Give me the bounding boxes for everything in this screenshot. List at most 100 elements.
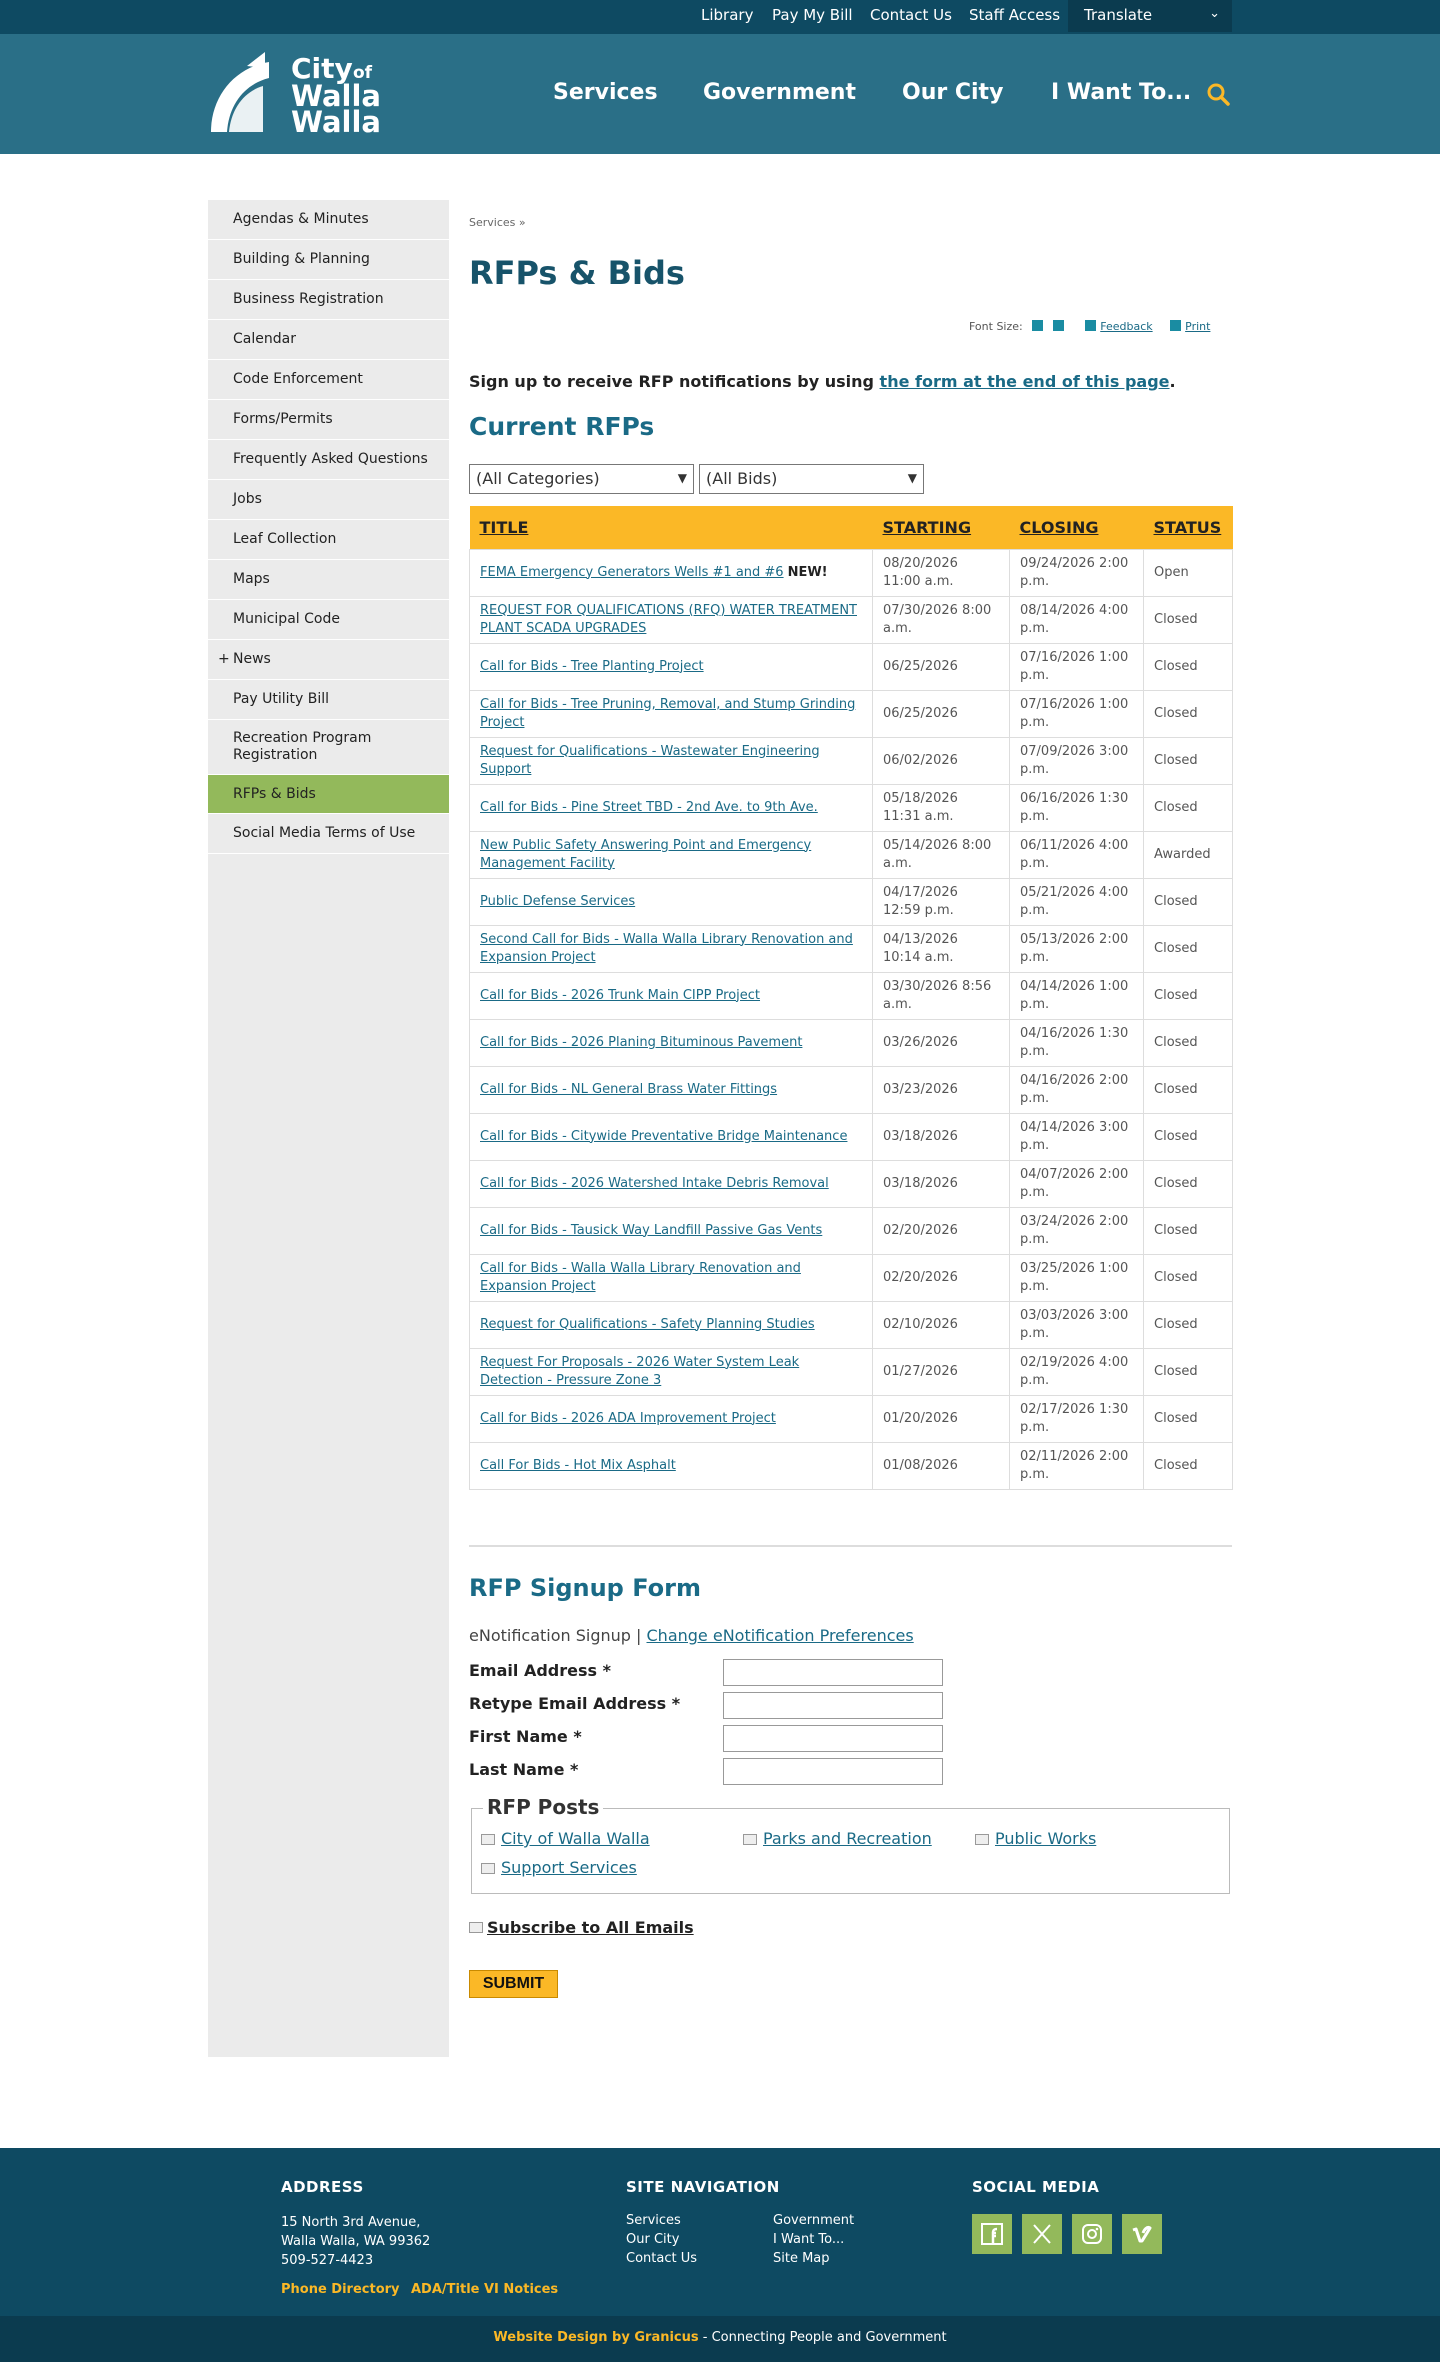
- granicus-link[interactable]: Website Design by Granicus: [493, 2330, 698, 2345]
- city-logo[interactable]: City of Walla Walla: [207, 48, 387, 139]
- feedback-link[interactable]: Feedback: [1100, 320, 1152, 333]
- instagram-icon[interactable]: [1072, 2214, 1112, 2254]
- sidebar-item-jobs[interactable]: Jobs: [208, 480, 449, 520]
- column-header-title[interactable]: TITLE: [469, 506, 873, 549]
- rfp-start-cell: 05/18/2026 11:31 a.m.: [872, 783, 1010, 832]
- search-icon[interactable]: [1206, 82, 1230, 106]
- sidebar-item-business[interactable]: Business Registration: [208, 280, 449, 320]
- rfp-title-link[interactable]: REQUEST FOR QUALIFICATIONS (RFQ) WATER T…: [480, 603, 857, 636]
- rfp-title-link[interactable]: Request For Proposals - 2026 Water Syste…: [480, 1355, 799, 1388]
- rfp-title-link[interactable]: Call for Bids - 2026 Watershed Intake De…: [480, 1176, 829, 1191]
- rfp-status-cell: Closed: [1143, 736, 1233, 785]
- plus-icon[interactable]: [1032, 320, 1044, 331]
- rfp-title-link[interactable]: Call for Bids - Tausick Way Landfill Pas…: [480, 1223, 822, 1238]
- sidebar-item-pay-utility[interactable]: Pay Utility Bill: [208, 680, 449, 720]
- checkbox-icon[interactable]: [481, 1834, 495, 1845]
- translate-dropdown[interactable]: Translate ⌄: [1068, 0, 1232, 32]
- sidebar-item-recreation[interactable]: Recreation Program Registration: [208, 720, 449, 775]
- retype-email-field[interactable]: [723, 1692, 943, 1719]
- post-checkbox-support[interactable]: Support Services: [481, 1858, 637, 1877]
- rfp-title-link[interactable]: Request for Qualifications - Wastewater …: [480, 744, 820, 777]
- rfp-title-cell: Call for Bids - 2026 Planing Bituminous …: [469, 1018, 873, 1067]
- bids-select[interactable]: (All Bids) ▼: [699, 464, 924, 494]
- checkbox-icon[interactable]: [743, 1834, 757, 1845]
- sidebar-item-building[interactable]: Building & Planning: [208, 240, 449, 280]
- nav-our-city[interactable]: Our City: [902, 80, 1003, 105]
- site-footer: ADDRESS 15 North 3rd Avenue, Walla Walla…: [0, 2148, 1440, 2316]
- rfp-close-cell: 02/11/2026 2:00 p.m.: [1009, 1441, 1144, 1490]
- phone-directory-link[interactable]: Phone Directory: [281, 2282, 400, 2297]
- print-link[interactable]: Print: [1185, 320, 1210, 333]
- sidebar-item-agendas[interactable]: Agendas & Minutes: [208, 200, 449, 240]
- rfp-title-link[interactable]: Public Defense Services: [480, 894, 635, 909]
- rfp-title-link[interactable]: Call for Bids - Walla Walla Library Reno…: [480, 1261, 801, 1294]
- last-name-field[interactable]: [723, 1758, 943, 1785]
- post-checkbox-city[interactable]: City of Walla Walla: [481, 1829, 650, 1848]
- checkbox-icon[interactable]: [481, 1863, 495, 1874]
- sidebar-item-maps[interactable]: Maps: [208, 560, 449, 600]
- ada-notices-link[interactable]: ADA/Title VI Notices: [411, 2282, 558, 2297]
- sidebar-item-leaf[interactable]: Leaf Collection: [208, 520, 449, 560]
- utility-pay-bill-link[interactable]: Pay My Bill: [772, 6, 853, 24]
- x-icon[interactable]: [1022, 2214, 1062, 2254]
- breadcrumb[interactable]: Services »: [469, 216, 526, 229]
- sidebar-item-news[interactable]: + News: [208, 640, 449, 680]
- plus-icon[interactable]: +: [218, 651, 230, 668]
- rfp-title-cell: Call For Bids - Hot Mix Asphalt: [469, 1441, 873, 1490]
- column-header-starting[interactable]: STARTING: [872, 506, 1010, 549]
- vimeo-icon[interactable]: [1122, 2214, 1162, 2254]
- rfp-title-link[interactable]: Request for Qualifications - Safety Plan…: [480, 1317, 815, 1332]
- sidebar-item-calendar[interactable]: Calendar: [208, 320, 449, 360]
- nav-government[interactable]: Government: [703, 80, 856, 105]
- change-preferences-link[interactable]: Change eNotification Preferences: [647, 1626, 914, 1645]
- rfp-title-link[interactable]: Call for Bids - 2026 ADA Improvement Pro…: [480, 1411, 776, 1426]
- footer-link-site-map[interactable]: Site Map: [773, 2251, 830, 2266]
- sidebar-item-code-enforcement[interactable]: Code Enforcement: [208, 360, 449, 400]
- subscribe-all-checkbox[interactable]: Subscribe to All Emails: [469, 1918, 694, 1937]
- footer-link-our-city[interactable]: Our City: [626, 2232, 679, 2247]
- utility-library-link[interactable]: Library: [701, 6, 753, 24]
- first-name-field[interactable]: [723, 1725, 943, 1752]
- utility-contact-link[interactable]: Contact Us: [870, 6, 952, 24]
- column-header-closing[interactable]: CLOSING: [1009, 506, 1144, 549]
- rfp-title-link[interactable]: Call For Bids - Hot Mix Asphalt: [480, 1458, 676, 1473]
- rfp-title-link[interactable]: Call for Bids - Tree Pruning, Removal, a…: [480, 697, 855, 730]
- nav-services[interactable]: Services: [553, 80, 658, 105]
- footer-link-contact[interactable]: Contact Us: [626, 2251, 697, 2266]
- category-select[interactable]: (All Categories) ▼: [469, 464, 694, 494]
- rfp-title-link[interactable]: Call for Bids - Citywide Preventative Br…: [480, 1129, 847, 1144]
- utility-staff-link[interactable]: Staff Access: [969, 6, 1060, 24]
- signup-form-link[interactable]: the form at the end of this page: [880, 372, 1170, 391]
- email-field[interactable]: [723, 1659, 943, 1686]
- checkbox-icon[interactable]: [469, 1922, 483, 1933]
- minus-icon[interactable]: [1052, 320, 1064, 331]
- post-checkbox-public-works[interactable]: Public Works: [975, 1829, 1096, 1848]
- rfp-close-cell: 09/24/2026 2:00 p.m.: [1009, 548, 1144, 597]
- column-header-status[interactable]: STATUS: [1143, 506, 1233, 549]
- footer-link-services[interactable]: Services: [626, 2213, 681, 2228]
- checkbox-icon[interactable]: [975, 1834, 989, 1845]
- submit-button[interactable]: SUBMIT: [469, 1970, 558, 1998]
- sidebar-item-forms[interactable]: Forms/Permits: [208, 400, 449, 440]
- sidebar-item-faq[interactable]: Frequently Asked Questions: [208, 440, 449, 480]
- rfp-title-link[interactable]: Call for Bids - 2026 Planing Bituminous …: [480, 1035, 802, 1050]
- rfp-title-cell: Request For Proposals - 2026 Water Syste…: [469, 1347, 873, 1396]
- rfp-start-cell: 05/14/2026 8:00 a.m.: [872, 830, 1010, 879]
- post-checkbox-parks[interactable]: Parks and Recreation: [743, 1829, 932, 1848]
- rfp-title-link[interactable]: Call for Bids - Tree Planting Project: [480, 659, 704, 674]
- footer-link-i-want-to[interactable]: I Want To...: [773, 2232, 844, 2247]
- rfp-title-link[interactable]: FEMA Emergency Generators Wells #1 and #…: [480, 565, 784, 580]
- rfp-title-link[interactable]: New Public Safety Answering Point and Em…: [480, 838, 811, 871]
- rfp-title-link[interactable]: Call for Bids - NL General Brass Water F…: [480, 1082, 777, 1097]
- rfp-title-link[interactable]: Call for Bids - Pine Street TBD - 2nd Av…: [480, 800, 818, 815]
- nav-i-want-to[interactable]: I Want To...: [1051, 80, 1191, 105]
- rfp-title-link[interactable]: Second Call for Bids - Walla Walla Libra…: [480, 932, 853, 965]
- email-label: Email Address *: [469, 1661, 611, 1680]
- sidebar-item-rfps[interactable]: RFPs & Bids: [208, 775, 449, 814]
- sidebar-item-municipal-code[interactable]: Municipal Code: [208, 600, 449, 640]
- rfp-start-cell: 06/02/2026: [872, 736, 1010, 785]
- sidebar-item-social-terms[interactable]: Social Media Terms of Use: [208, 814, 449, 854]
- rfp-title-link[interactable]: Call for Bids - 2026 Trunk Main CIPP Pro…: [480, 988, 760, 1003]
- facebook-icon[interactable]: [972, 2214, 1012, 2254]
- footer-link-government[interactable]: Government: [773, 2213, 854, 2228]
